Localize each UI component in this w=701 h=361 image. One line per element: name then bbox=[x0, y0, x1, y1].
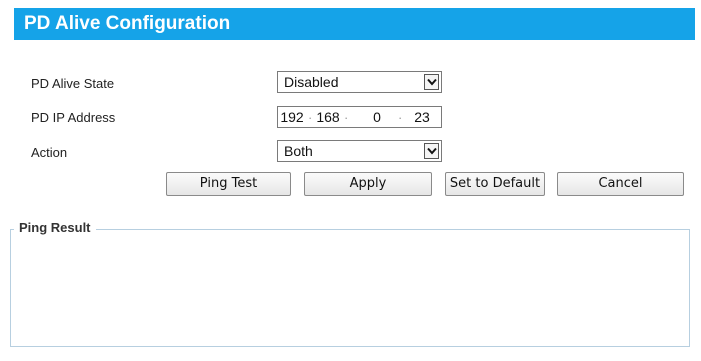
ip-octet-2[interactable]: 168 bbox=[315, 109, 341, 126]
chevron-down-icon[interactable] bbox=[424, 143, 439, 159]
set-to-default-button[interactable]: Set to Default bbox=[445, 172, 545, 196]
chevron-down-icon[interactable] bbox=[424, 74, 439, 90]
cancel-button[interactable]: Cancel bbox=[557, 172, 684, 196]
pd-alive-state-label: PD Alive State bbox=[31, 76, 115, 91]
ip-separator: · bbox=[344, 110, 349, 125]
ping-result-output bbox=[12, 241, 688, 345]
page-header: PD Alive Configuration bbox=[14, 8, 695, 40]
page-title: PD Alive Configuration bbox=[24, 13, 231, 34]
action-value: Both bbox=[284, 143, 313, 159]
ping-result-legend: Ping Result bbox=[14, 219, 96, 237]
ip-octet-3[interactable]: 0 bbox=[364, 109, 390, 126]
apply-button[interactable]: Apply bbox=[304, 172, 432, 196]
action-select[interactable]: Both bbox=[277, 140, 442, 162]
ip-separator: · bbox=[398, 110, 403, 125]
pd-alive-state-select[interactable]: Disabled bbox=[277, 71, 442, 93]
pd-ip-address-label: PD IP Address bbox=[31, 110, 116, 125]
ping-test-button[interactable]: Ping Test bbox=[166, 172, 291, 196]
pd-alive-state-value: Disabled bbox=[284, 74, 339, 90]
ip-octet-1[interactable]: 192 bbox=[279, 109, 305, 126]
ip-octet-4[interactable]: 23 bbox=[409, 109, 435, 126]
ip-separator: · bbox=[308, 110, 313, 125]
pd-ip-address-field[interactable]: 192 · 168 · 0 · 23 bbox=[277, 106, 442, 128]
action-label: Action bbox=[31, 145, 68, 160]
